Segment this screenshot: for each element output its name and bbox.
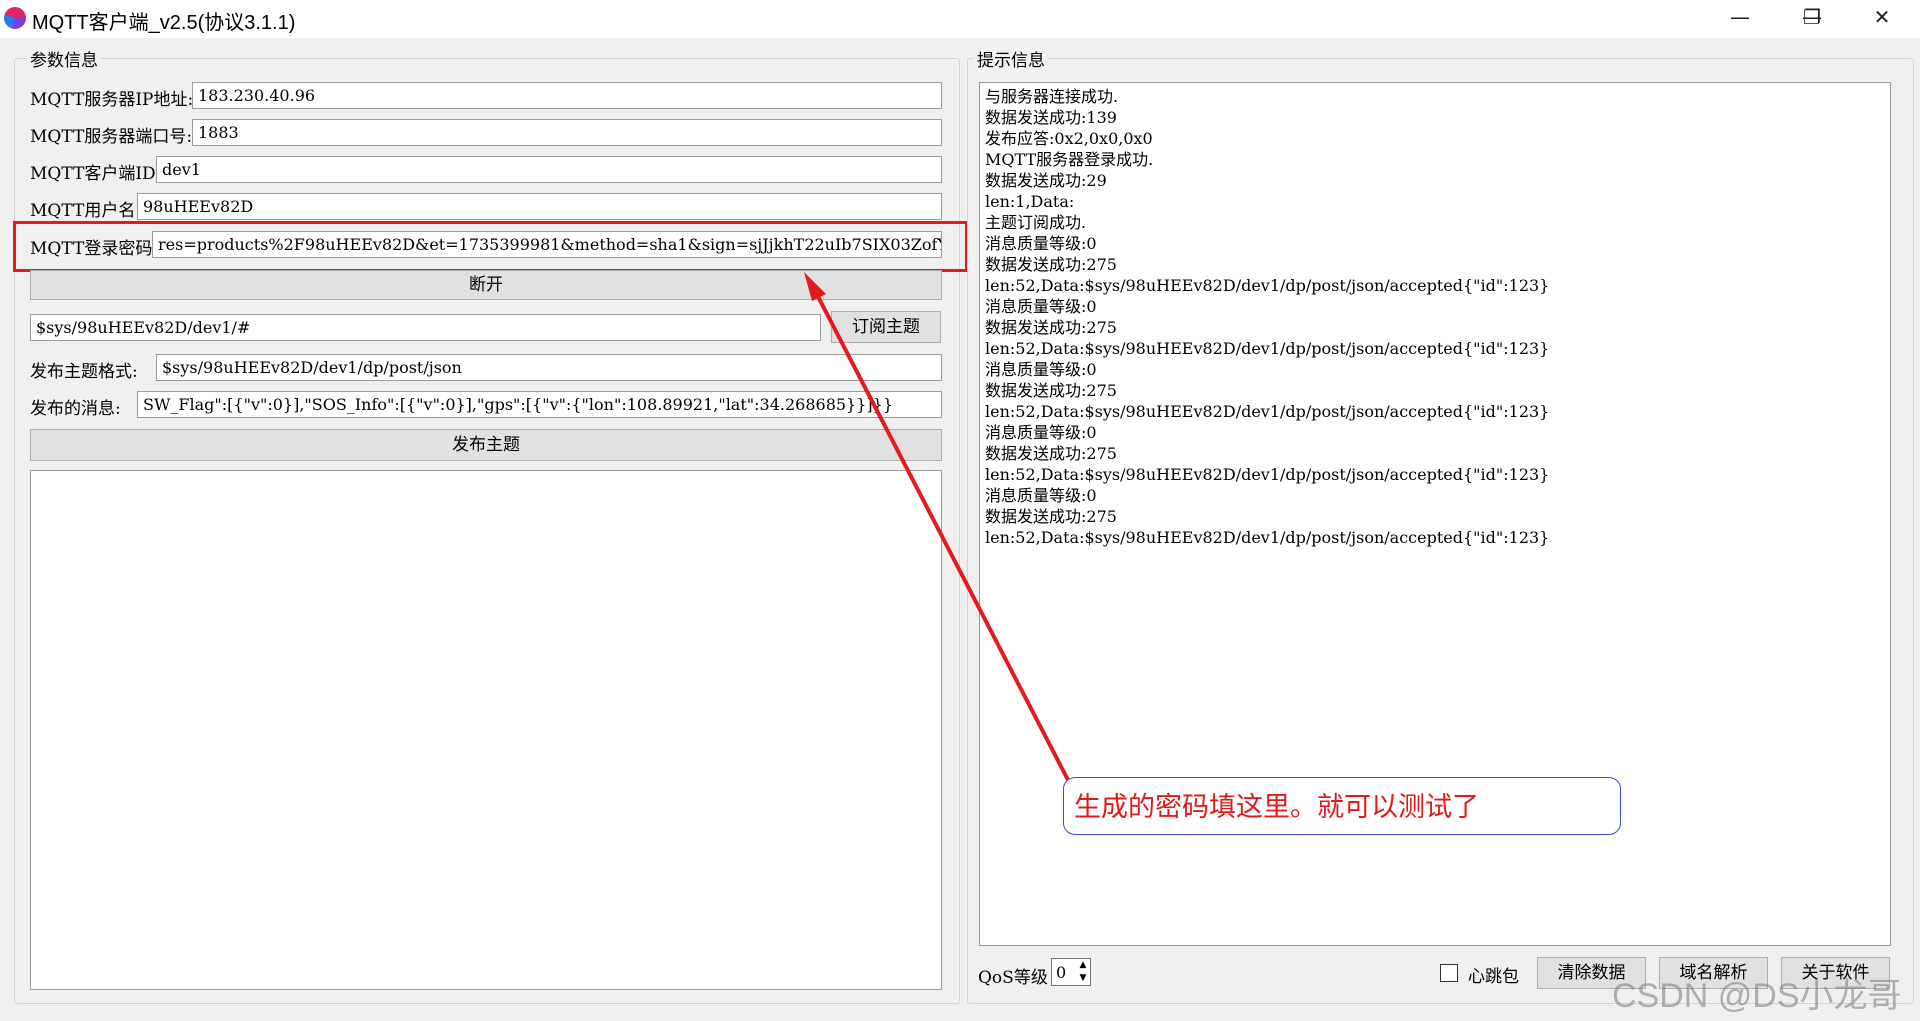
arrow-head: [804, 272, 826, 301]
annotation-callout: 生成的密码填这里。就可以测试了: [1063, 777, 1621, 835]
watermark: CSDN @DS小龙哥: [1612, 977, 1902, 1015]
arrow-line: [809, 282, 1070, 781]
annotation-arrow: [804, 272, 1070, 781]
